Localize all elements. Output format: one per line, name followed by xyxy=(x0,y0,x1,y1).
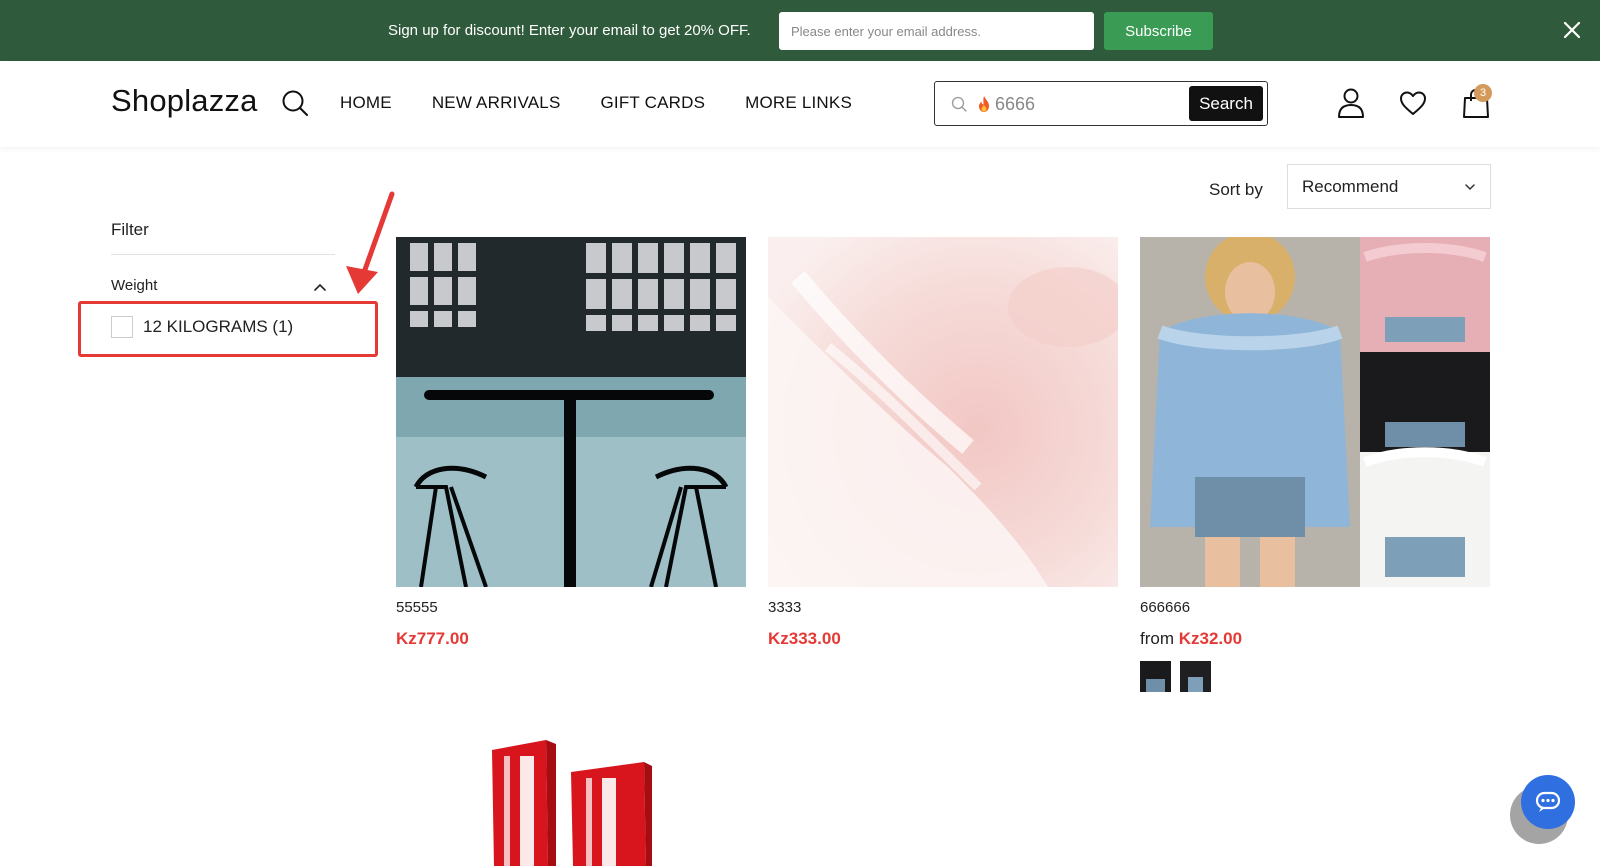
cart-count-badge: 3 xyxy=(1474,84,1492,102)
close-icon[interactable] xyxy=(1560,18,1584,42)
product-card[interactable] xyxy=(396,716,746,866)
product-price: Kz777.00 xyxy=(396,629,746,651)
search-input[interactable] xyxy=(995,90,1175,118)
filter-option-label[interactable]: 12 KILOGRAMS (1) xyxy=(143,317,293,337)
magnifier-icon xyxy=(951,96,967,112)
product-card[interactable]: 666666 from Kz32.00 xyxy=(1140,237,1490,692)
annotation-arrow-icon xyxy=(346,191,395,294)
filter-title: Filter xyxy=(111,220,149,239)
swatch-black[interactable] xyxy=(1140,661,1171,692)
product-image[interactable] xyxy=(768,237,1118,587)
sort-select[interactable]: Recommend xyxy=(1287,164,1491,209)
subscribe-button[interactable]: Subscribe xyxy=(1104,12,1213,50)
heart-icon[interactable] xyxy=(1398,87,1428,119)
main-nav: HOME NEW ARRIVALS GIFT CARDS MORE LINKS xyxy=(340,93,852,113)
fire-icon xyxy=(979,96,989,112)
product-card[interactable]: 3333 Kz333.00 xyxy=(768,237,1118,651)
product-image[interactable] xyxy=(1140,237,1490,587)
announcement-bar: Sign up for discount! Enter your email t… xyxy=(0,0,1600,61)
product-title[interactable]: 3333 xyxy=(768,599,1118,619)
color-swatches xyxy=(1140,661,1490,692)
product-image[interactable] xyxy=(396,716,746,866)
chat-button[interactable] xyxy=(1521,775,1575,829)
sort-selected-value: Recommend xyxy=(1302,177,1399,196)
product-price-value: Kz777.00 xyxy=(396,629,469,648)
email-input[interactable] xyxy=(779,12,1094,50)
product-image[interactable] xyxy=(396,237,746,587)
announcement-text: Sign up for discount! Enter your email t… xyxy=(388,22,751,39)
nav-home[interactable]: HOME xyxy=(340,93,392,113)
search-button[interactable]: Search xyxy=(1189,86,1263,121)
product-title[interactable]: 55555 xyxy=(396,599,746,619)
divider xyxy=(111,254,335,255)
user-icon[interactable] xyxy=(1336,87,1366,119)
chevron-up-icon[interactable] xyxy=(313,280,327,294)
nav-new-arrivals[interactable]: NEW ARRIVALS xyxy=(432,93,561,113)
product-price: Kz333.00 xyxy=(768,629,1118,651)
filter-checkbox[interactable] xyxy=(111,316,133,338)
search-box: Search xyxy=(934,81,1268,126)
product-card[interactable]: 55555 Kz777.00 xyxy=(396,237,746,651)
sort-label: Sort by xyxy=(1209,180,1263,199)
search-icon[interactable] xyxy=(281,89,309,117)
product-price-value: Kz333.00 xyxy=(768,629,841,648)
product-title[interactable]: 666666 xyxy=(1140,599,1490,619)
chevron-down-icon xyxy=(1465,184,1475,191)
filter-group-weight[interactable]: Weight xyxy=(111,277,157,294)
price-prefix: from xyxy=(1140,629,1179,648)
chat-icon xyxy=(1535,791,1561,812)
swatch-black-alt[interactable] xyxy=(1180,661,1211,692)
product-price-value: Kz32.00 xyxy=(1178,629,1243,648)
nav-gift-cards[interactable]: GIFT CARDS xyxy=(600,93,705,113)
product-price: from Kz32.00 xyxy=(1140,629,1490,651)
nav-more-links[interactable]: MORE LINKS xyxy=(745,93,852,113)
site-header: Shoplazza HOME NEW ARRIVALS GIFT CARDS M… xyxy=(0,61,1600,147)
logo[interactable]: Shoplazza xyxy=(111,83,258,119)
